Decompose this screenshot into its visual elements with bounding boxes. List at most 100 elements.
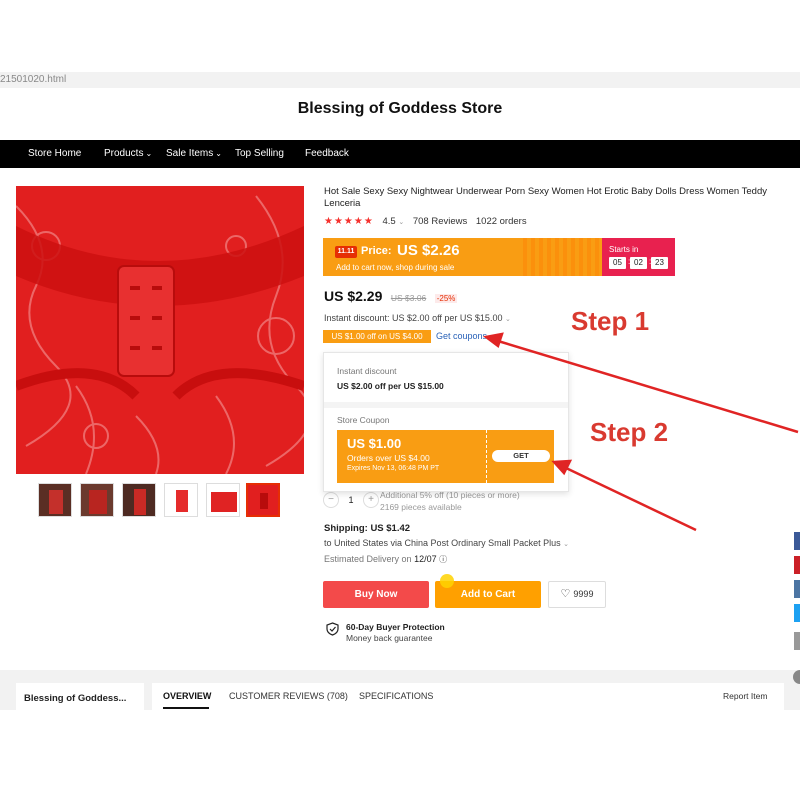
scroll-top-button[interactable] (793, 670, 800, 684)
popup-instant-label: Instant discount (337, 366, 397, 376)
coupon-expiry: Expires Nov 13, 06:48 PM PT (347, 465, 440, 472)
store-short-name: Blessing of Goddess... (24, 693, 127, 704)
rating-row: ★★★★★ 4.5 ⌄ 708 Reviews 1022 orders (324, 216, 527, 227)
wishlist-count: 9999 (573, 589, 594, 599)
original-price: US $3.06 (390, 293, 427, 303)
tab-overview[interactable]: OVERVIEW (163, 691, 211, 701)
nav-sale-items[interactable]: Sale Items ⌄ (166, 148, 222, 159)
price-row: US $2.29 US $3.06 -25% (324, 288, 458, 306)
nav-feedback[interactable]: Feedback (305, 148, 349, 159)
coupon-popup: Instant discount US $2.00 off per US $15… (323, 352, 569, 492)
pinterest-share-icon[interactable] (794, 556, 800, 574)
chevron-down-icon: ⌄ (398, 219, 405, 226)
store-coupon-label: Store Coupon (337, 415, 390, 425)
shield-check-icon (326, 622, 339, 636)
get-coupons-link[interactable]: Get coupons ⌄ (436, 331, 495, 341)
buyer-protection-subtitle: Money back guarantee (346, 633, 433, 643)
thumbnail[interactable] (206, 483, 240, 517)
quantity-plus-button[interactable]: + (363, 491, 379, 508)
rating-score: 4.5 (382, 216, 396, 227)
coupon-condition: Orders over US $4.00 (347, 453, 430, 463)
get-coupons-label: Get coupons (436, 331, 488, 341)
nav-top-selling[interactable]: Top Selling (235, 148, 284, 159)
step-2-annotation: Step 2 (590, 417, 669, 447)
shipping-method[interactable]: to United States via China Post Ordinary… (324, 538, 569, 548)
current-price: US $2.29 (324, 288, 383, 304)
nav-label: Products (104, 148, 144, 159)
thumbnail[interactable] (164, 483, 198, 517)
tab-customer-reviews[interactable]: CUSTOMER REVIEWS (708) (229, 691, 348, 701)
sale-subtitle: Add to cart now, shop during sale (336, 263, 455, 272)
orders-count: 1022 orders (475, 216, 527, 227)
nav-label: Store Home (28, 148, 82, 159)
store-title: Blessing of Goddess Store (297, 100, 503, 117)
twitter-share-icon[interactable] (794, 604, 800, 622)
coupon-tag[interactable]: US $1.00 off on US $4.00 (323, 330, 431, 343)
delivery-date: 12/07 (414, 554, 437, 564)
get-coupon-button[interactable]: GET (492, 450, 550, 462)
buy-now-button[interactable]: Buy Now (323, 581, 429, 608)
active-tab-indicator (163, 707, 209, 709)
store-coupon-card: US $1.00 Orders over US $4.00 Expires No… (337, 430, 554, 483)
countdown-timer: Starts in 05 : 02 : 23 (602, 238, 675, 276)
timer-seconds: 23 (651, 257, 668, 269)
thumbnail[interactable] (38, 483, 72, 517)
coupon-perforation (486, 430, 487, 483)
buyer-protection-title: 60-Day Buyer Protection (346, 622, 445, 632)
chevron-down-icon: ⌄ (504, 316, 511, 323)
report-item-link[interactable]: Report Item (723, 691, 767, 701)
chevron-down-icon: ⌄ (145, 149, 153, 158)
shipping-cost: US $1.42 (370, 523, 411, 534)
store-nav-bar: Store Home Products ⌄ Sale Items ⌄ Top Sel… (0, 140, 800, 168)
url-text: 21501020.html (0, 74, 67, 85)
instant-discount-label: Instant discount: US $2.00 off per US $1… (324, 313, 503, 323)
quantity-minus-button[interactable]: − (323, 491, 339, 508)
product-photo (16, 186, 304, 474)
shipping-label: Shipping: (324, 523, 368, 534)
timer-minutes: 02 (630, 257, 647, 269)
sale-price-label: Price: (361, 245, 392, 257)
product-main-image[interactable] (16, 186, 304, 474)
sale-price-value: US $2.26 (397, 242, 460, 259)
step-1-annotation: Step 1 (571, 306, 650, 336)
nav-label: Feedback (305, 148, 349, 159)
nav-label: Top Selling (235, 148, 284, 159)
heart-icon: ♡ (560, 588, 571, 600)
chevron-down-icon: ⌄ (215, 149, 222, 158)
estimated-delivery: Estimated Delivery on 12/07 ⓘ (324, 554, 447, 565)
tab-specifications[interactable]: SPECIFICATIONS (359, 691, 433, 701)
help-icon[interactable]: ⓘ (439, 555, 447, 564)
nav-products[interactable]: Products ⌄ (104, 148, 152, 159)
sale-badge: 11.11 (335, 246, 357, 258)
store-sidebar-card[interactable]: Blessing of Goddess... (16, 683, 144, 710)
starts-in-label: Starts in (609, 245, 639, 254)
shipping-row: Shipping: US $1.42 (324, 523, 410, 534)
timer-hours: 05 (609, 257, 626, 269)
delivery-label: Estimated Delivery on (324, 554, 412, 564)
browser-url-bar[interactable]: 21501020.html (0, 72, 800, 88)
coupon-amount: US $1.00 (347, 436, 402, 451)
vk-share-icon[interactable] (794, 580, 800, 598)
nav-label: Sale Items (166, 148, 214, 159)
quantity-stepper: −1 + (323, 491, 379, 509)
thumbnail-selected[interactable] (246, 483, 280, 517)
product-title: Hot Sale Sexy Sexy Nightwear Underwear P… (324, 186, 767, 209)
wishlist-button[interactable]: ♡ 9999 (548, 581, 606, 608)
instant-discount-text: Instant discount: US $2.00 off per US $1… (324, 313, 511, 323)
thumbnail[interactable] (80, 483, 114, 517)
reviews-link[interactable]: 708 Reviews (413, 216, 467, 227)
nav-store-home[interactable]: Store Home (28, 148, 81, 159)
pieces-available: 2169 pieces available (380, 502, 462, 512)
chevron-down-icon: ⌄ (563, 541, 569, 548)
popup-divider (324, 402, 568, 408)
quantity-value[interactable]: 1 (339, 495, 363, 505)
facebook-share-icon[interactable] (794, 532, 800, 550)
shipping-method-label: to United States via China Post Ordinary… (324, 538, 561, 548)
chevron-down-icon: ⌄ (489, 334, 496, 341)
discount-badge: -25% (434, 294, 458, 303)
popup-instant-value: US $2.00 off per US $15.00 (337, 381, 444, 391)
thumbnail[interactable] (122, 483, 156, 517)
sale-price-banner: 11.11 Price: US $2.26 Add to cart now, s… (323, 238, 675, 276)
star-rating-icon: ★★★★★ (324, 216, 374, 227)
share-icon[interactable] (794, 632, 800, 650)
